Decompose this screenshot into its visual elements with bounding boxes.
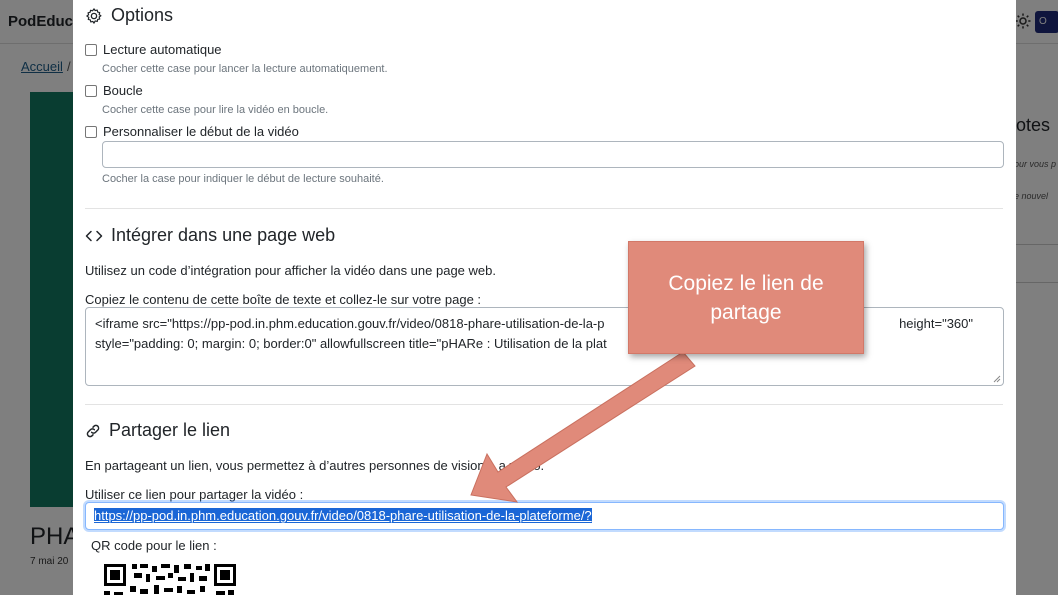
code-icon (85, 230, 103, 241)
share-description: En partageant un lien, vous permettez à … (85, 458, 544, 473)
start-help: Cocher la case pour indiquer le début de… (102, 173, 384, 185)
embed-heading: Intégrer dans une page web (85, 225, 335, 246)
share-description-start: En partageant un lien, vous permettez à … (85, 458, 485, 473)
embed-title: Intégrer dans une page web (111, 225, 336, 245)
start-checkbox[interactable] (85, 125, 97, 138)
loop-checkbox[interactable] (85, 84, 97, 97)
autoplay-checkbox[interactable] (85, 43, 97, 56)
share-modal: Options Lecture automatique Cocher cette… (73, 0, 1016, 595)
callout-text: Copiez le lien de partage (668, 271, 824, 324)
embed-description: Utilisez un code d’intégration pour affi… (85, 263, 496, 278)
loop-option[interactable]: Boucle (85, 83, 143, 98)
embed-instruction: Copiez le contenu de cette boîte de text… (85, 292, 482, 307)
autoplay-label[interactable]: Lecture automatique (103, 42, 222, 57)
qr-label: QR code pour le lien : (91, 538, 217, 553)
resize-handle-icon[interactable] (991, 373, 1001, 383)
embed-code-line-end: height="360" (899, 316, 973, 331)
share-heading: Partager le lien (85, 420, 230, 441)
annotation-callout: Copiez le lien de partage (628, 241, 864, 354)
embed-code-line: <iframe src="https://pp-pod.in.phm.educa… (95, 316, 605, 331)
autoplay-help: Cocher cette case pour lancer la lecture… (102, 63, 388, 75)
autoplay-option[interactable]: Lecture automatique (85, 42, 222, 57)
share-description-end: a vidéo. (498, 458, 545, 473)
section-divider (85, 208, 1003, 209)
start-option[interactable]: Personnaliser le début de la vidéo (85, 124, 299, 139)
options-heading: Options (85, 5, 173, 26)
share-link-label: Utiliser ce lien pour partager la vidéo … (85, 487, 304, 502)
embed-code-textarea[interactable]: <iframe src="https://pp-pod.in.phm.educa… (85, 307, 1004, 386)
options-title: Options (111, 5, 174, 25)
share-title: Partager le lien (109, 420, 231, 440)
share-link-input[interactable]: https://pp-pod.in.phm.education.gouv.fr/… (85, 502, 1004, 530)
start-time-input[interactable] (102, 141, 1004, 168)
start-label[interactable]: Personnaliser le début de la vidéo (103, 124, 299, 139)
section-divider (85, 404, 1003, 405)
qr-code-image (104, 564, 236, 595)
loop-help: Cocher cette case pour lire la vidéo en … (102, 104, 329, 116)
share-link-value[interactable]: https://pp-pod.in.phm.education.gouv.fr/… (94, 508, 592, 523)
loop-label[interactable]: Boucle (103, 83, 143, 98)
link-icon (86, 424, 100, 437)
gear-icon (86, 7, 102, 24)
